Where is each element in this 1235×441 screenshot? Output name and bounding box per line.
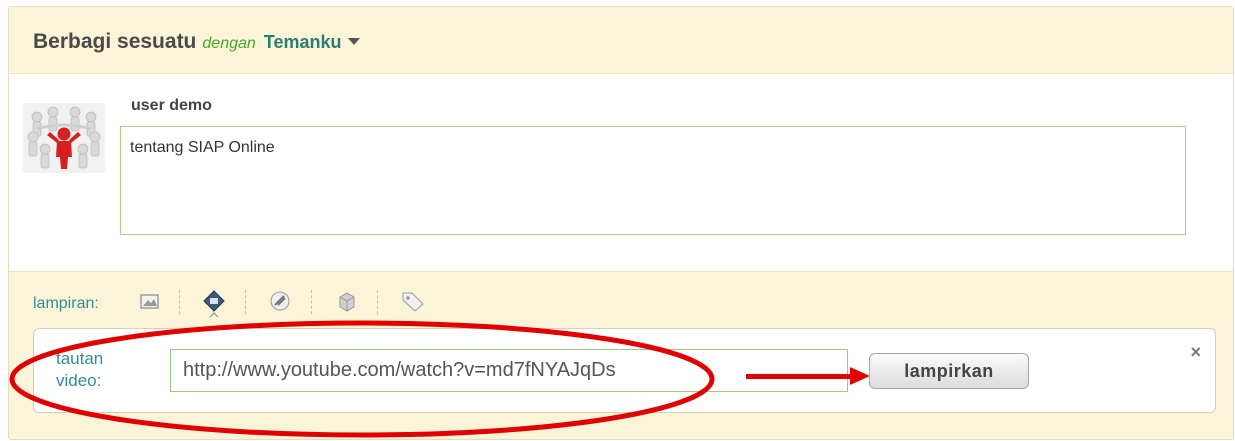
- caret-down-icon: [348, 37, 361, 45]
- video-url-input[interactable]: http://www.youtube.com/watch?v=md7fNYAJq…: [170, 349, 848, 392]
- video-icon[interactable]: [203, 290, 225, 318]
- file-icon[interactable]: [336, 290, 358, 312]
- tag-icon[interactable]: [401, 290, 424, 312]
- username: user demo: [131, 97, 212, 114]
- separator: [377, 290, 378, 314]
- audience-dropdown[interactable]: Temanku: [264, 32, 361, 52]
- share-header: Berbagi sesuatu dengan Temanku: [9, 7, 1233, 74]
- attach-button[interactable]: lampirkan: [869, 353, 1029, 389]
- separator: [245, 290, 246, 314]
- post-textarea[interactable]: tentang SIAP Online: [120, 126, 1186, 235]
- separator: [311, 290, 312, 314]
- close-icon[interactable]: ×: [1190, 342, 1201, 363]
- image-icon[interactable]: [139, 290, 161, 312]
- separator: [179, 290, 180, 314]
- audience-label: Temanku: [263, 32, 342, 52]
- annotation-arrow-shaft: [746, 374, 856, 379]
- user-circle-avatar-icon: [23, 103, 105, 173]
- share-panel: Berbagi sesuatu dengan Temanku user demo…: [8, 6, 1234, 440]
- title-text: Berbagi sesuatu: [33, 30, 197, 53]
- compose-area: user demo tentang SIAP Online: [9, 74, 1233, 271]
- with-text: dengan: [202, 35, 256, 52]
- attachment-label: lampiran:: [33, 295, 99, 312]
- avatar: [23, 103, 105, 173]
- attachment-area: lampiran: tautan video: http://www.youtu…: [9, 271, 1233, 439]
- link-icon[interactable]: [269, 290, 291, 312]
- video-link-label: tautan video:: [56, 349, 104, 390]
- video-link-box: tautan video: http://www.youtube.com/wat…: [33, 328, 1216, 413]
- annotation-arrow-icon: [850, 367, 870, 385]
- share-title: Berbagi sesuatu dengan Temanku: [33, 30, 361, 54]
